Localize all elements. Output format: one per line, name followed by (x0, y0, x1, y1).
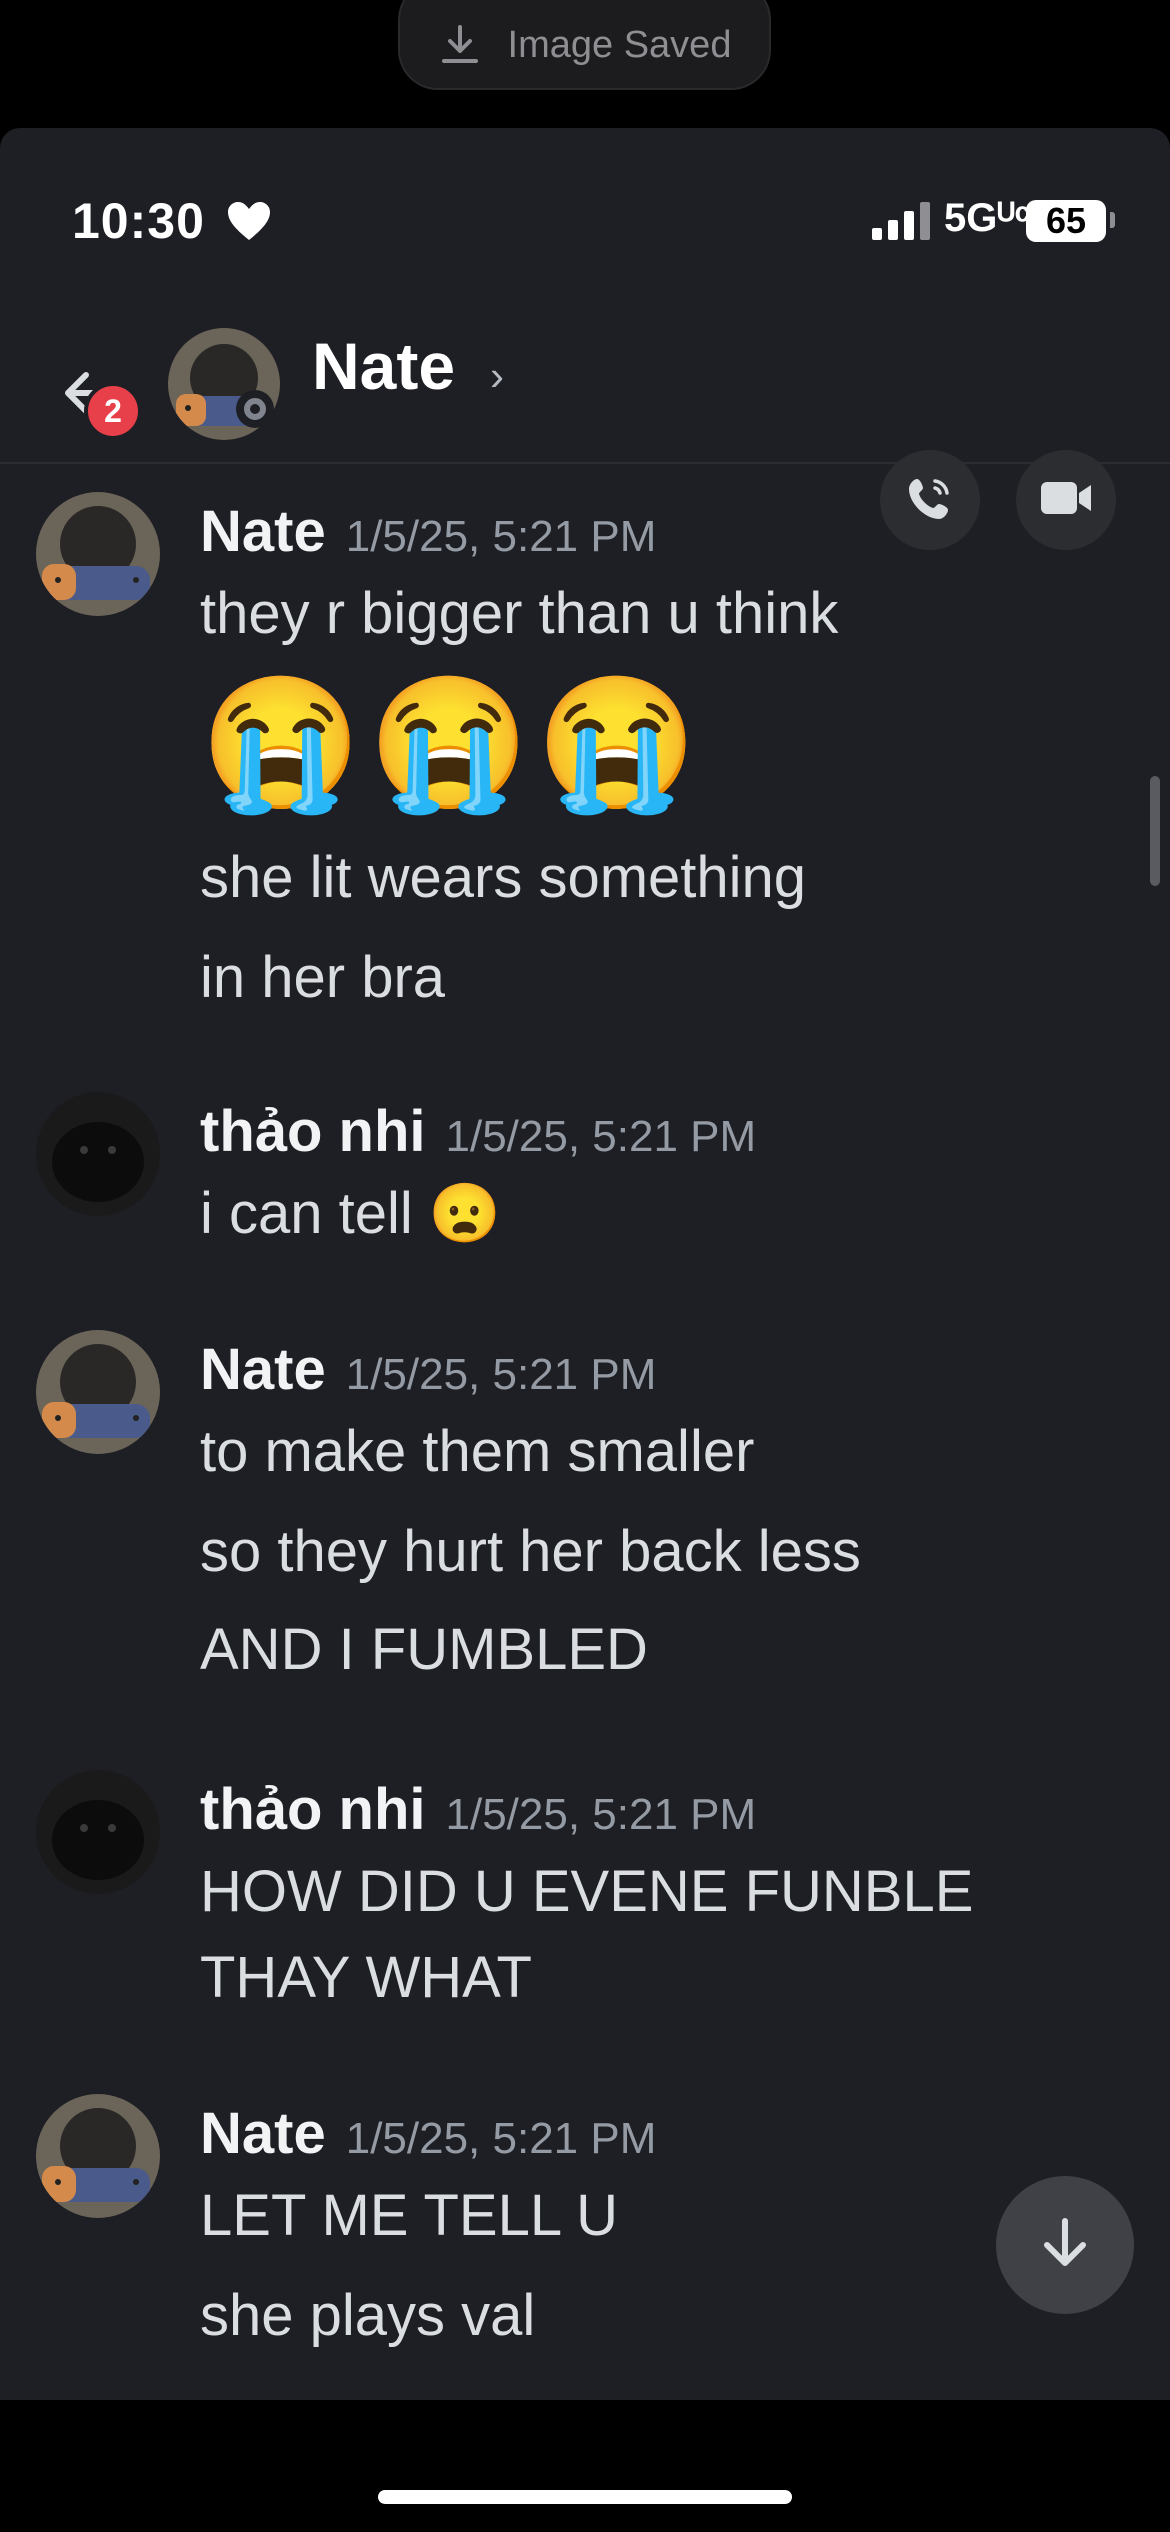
avatar[interactable] (36, 1092, 160, 1216)
message-text: HOW DID U EVENE FUNBLE (200, 1859, 974, 1924)
offline-status-icon (236, 390, 274, 428)
battery-level: 65 (1026, 200, 1106, 242)
status-bar: 10:30 5Gᵁᶜ 65 (0, 192, 1170, 262)
message-text: AND I FUMBLED (200, 1617, 648, 1682)
message-text: they r bigger than u think (200, 581, 839, 646)
message-text: in her bra (200, 945, 446, 1010)
message-text: i can tell 😦 (200, 1181, 502, 1246)
unread-badge: 2 (84, 382, 142, 440)
avatar[interactable] (36, 1770, 160, 1894)
message-text: LET ME TELL U (200, 2183, 618, 2248)
jump-to-bottom-button[interactable] (996, 2176, 1134, 2314)
scrollbar[interactable] (1150, 776, 1160, 886)
message-timestamp: 1/5/25, 5:21 PM (345, 1350, 657, 1399)
message-text: she plays val (200, 2283, 536, 2348)
bottom-bar (0, 2400, 1170, 2532)
arrow-down-icon (1033, 2211, 1097, 2280)
message-emoji: 😭😭😭 (200, 670, 704, 816)
message-author[interactable]: Nate 1/5/25, 5:21 PM (200, 498, 656, 565)
network-type: 5Gᵁᶜ (944, 196, 1030, 240)
avatar[interactable] (36, 1330, 160, 1454)
message-author[interactable]: Nate 1/5/25, 5:21 PM (200, 2100, 656, 2167)
status-time: 10:30 (72, 193, 205, 249)
home-indicator[interactable] (378, 2490, 792, 2504)
message-text: THAY WHAT (200, 1945, 532, 2010)
message-text: to make them smaller (200, 1419, 755, 1484)
app-window: 10:30 5Gᵁᶜ 65 2 Nate › Nate 1/5/25, 5:21… (0, 128, 1170, 2400)
battery-nub (1110, 212, 1115, 228)
message-timestamp: 1/5/25, 5:21 PM (345, 512, 657, 561)
chevron-right-icon[interactable]: › (490, 352, 504, 400)
message-timestamp: 1/5/25, 5:21 PM (445, 1790, 757, 1839)
message-text: so they hurt her back less (200, 1519, 861, 1584)
image-saved-toast: Image Saved (398, 0, 771, 90)
message-author[interactable]: thảo nhi 1/5/25, 5:21 PM (200, 1098, 756, 1165)
message-author[interactable]: Nate 1/5/25, 5:21 PM (200, 1336, 656, 1403)
dm-title[interactable]: Nate (312, 328, 455, 404)
signal-icon (872, 202, 934, 247)
toast-label: Image Saved (507, 23, 732, 66)
heart-icon (226, 200, 272, 247)
message-timestamp: 1/5/25, 5:21 PM (345, 2114, 657, 2163)
avatar[interactable] (36, 2094, 160, 2218)
download-icon (438, 23, 482, 67)
message-timestamp: 1/5/25, 5:21 PM (445, 1112, 757, 1161)
message-list: Nate 1/5/25, 5:21 PM they r bigger than u… (0, 464, 1170, 2400)
message-text: she lit wears something (200, 845, 807, 910)
avatar[interactable] (36, 492, 160, 616)
message-author[interactable]: thảo nhi 1/5/25, 5:21 PM (200, 1776, 756, 1843)
